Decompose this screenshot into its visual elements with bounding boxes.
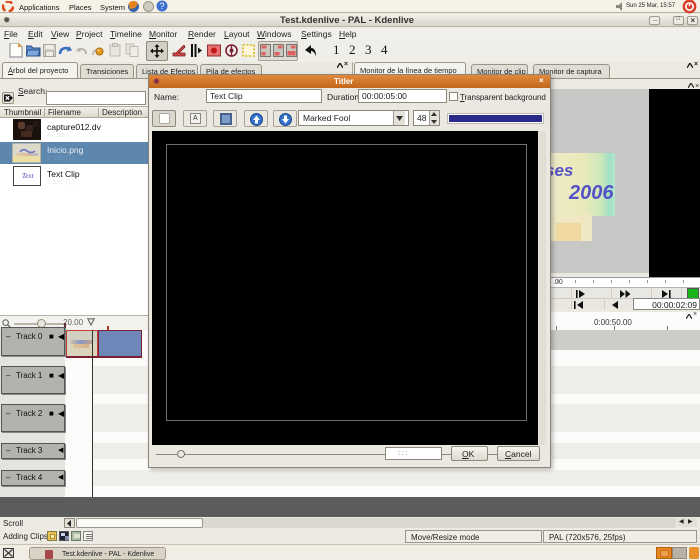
svg-text:?: ? <box>159 1 164 11</box>
